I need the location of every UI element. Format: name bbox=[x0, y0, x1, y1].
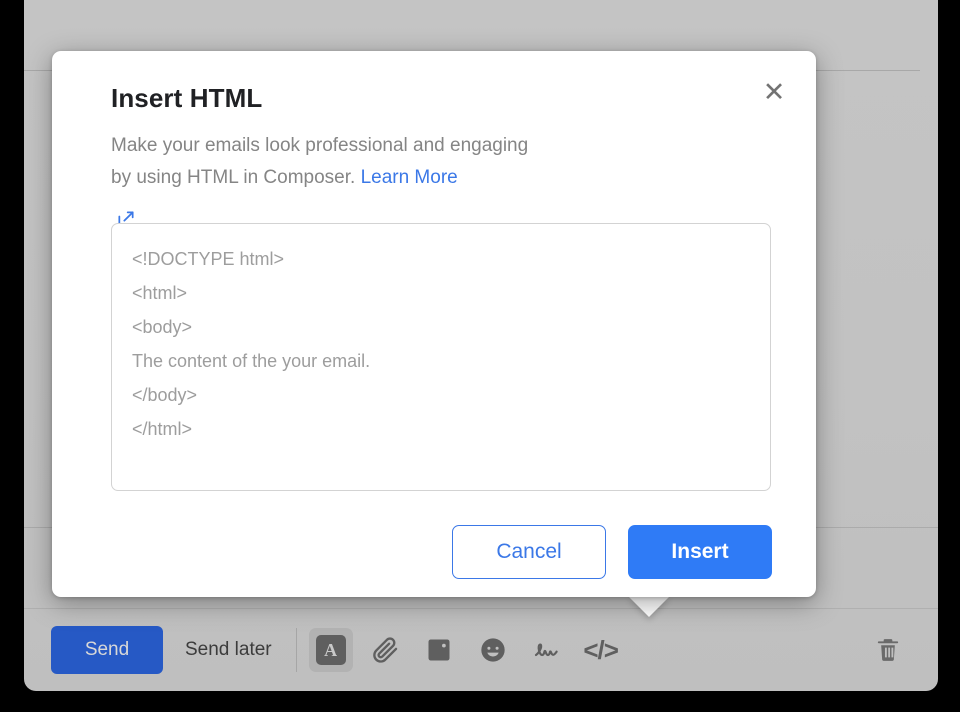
emoji-icon[interactable] bbox=[471, 628, 515, 672]
toolbar-separator bbox=[295, 628, 297, 672]
close-icon[interactable]: ✕ bbox=[757, 75, 791, 109]
html-code-placeholder: <!DOCTYPE html> <html> <body> The conten… bbox=[132, 249, 371, 439]
insert-html-code-icon[interactable]: </> bbox=[579, 628, 623, 672]
format-text-icon[interactable]: A bbox=[308, 628, 353, 672]
learn-more-link[interactable]: Learn More bbox=[361, 167, 458, 188]
insert-button[interactable]: Insert bbox=[628, 525, 772, 579]
composer-toolbar: Send Send later A </> bbox=[24, 609, 938, 691]
html-code-input[interactable]: <!DOCTYPE html> <html> <body> The conten… bbox=[111, 223, 771, 491]
attachment-icon[interactable] bbox=[363, 628, 407, 672]
dialog-description-line2: by using HTML in Composer. bbox=[111, 167, 361, 188]
send-later-button[interactable]: Send later bbox=[185, 639, 272, 661]
code-glyph: </> bbox=[583, 634, 619, 665]
insert-image-icon[interactable] bbox=[417, 628, 461, 672]
send-button[interactable]: Send bbox=[51, 626, 163, 674]
dialog-pointer-tail bbox=[628, 596, 670, 617]
dialog-title: Insert HTML bbox=[111, 83, 263, 113]
format-text-glyph: A bbox=[315, 635, 346, 665]
insert-html-dialog: ✕ Insert HTML Make your emails look prof… bbox=[52, 51, 816, 597]
screen-root: Send Send later A </> ✕ Insert HTML Make… bbox=[0, 0, 960, 712]
dialog-action-bar: Cancel Insert bbox=[52, 525, 816, 579]
dialog-description: Make your emails look professional and e… bbox=[111, 130, 671, 194]
cancel-button[interactable]: Cancel bbox=[452, 525, 606, 579]
dialog-description-line1: Make your emails look professional and e… bbox=[111, 135, 529, 156]
trash-icon[interactable] bbox=[866, 628, 910, 672]
signature-icon[interactable] bbox=[525, 628, 569, 672]
toolbar-icon-group: A </> bbox=[308, 628, 623, 672]
